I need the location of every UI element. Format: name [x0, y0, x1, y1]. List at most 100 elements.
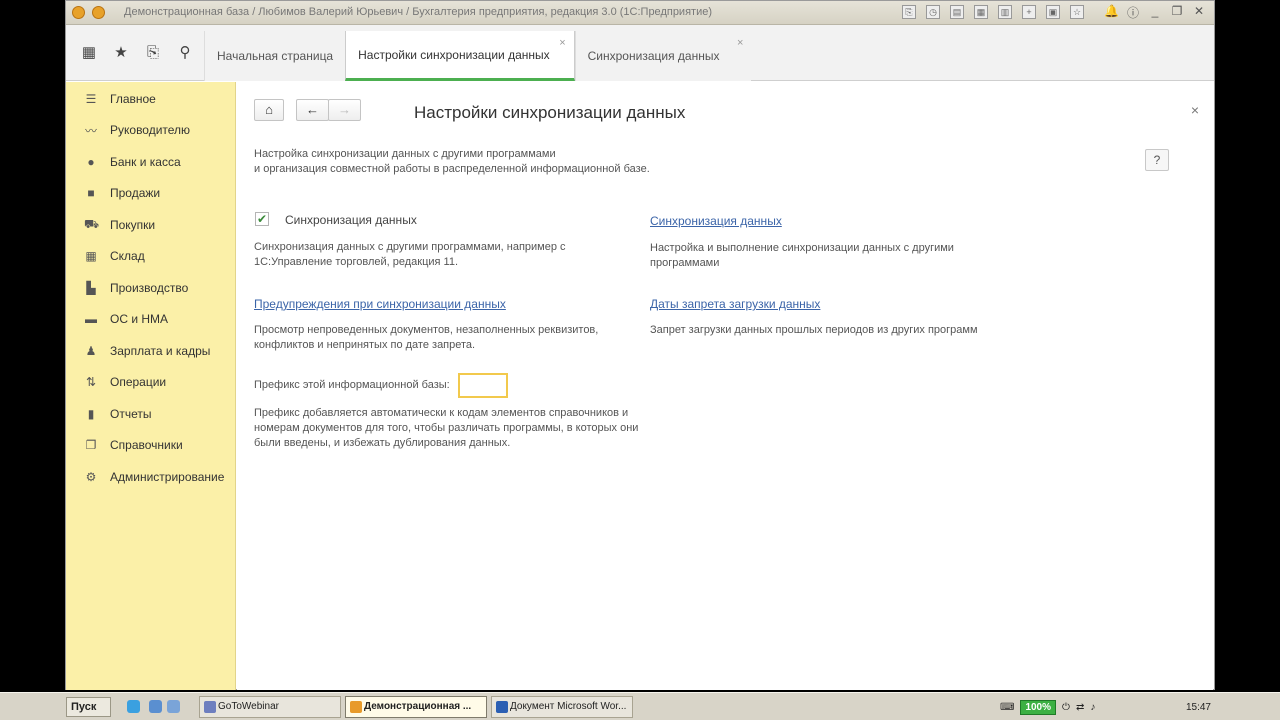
bell-icon[interactable]: 🔔 — [1104, 4, 1119, 21]
main-content: ⌂ ← → Настройки синхронизации данных × ?… — [237, 82, 1213, 690]
star-icon[interactable]: ★ — [112, 44, 130, 62]
explorer-icon[interactable] — [167, 700, 180, 713]
sidebar-item-label: Руководителю — [110, 123, 191, 137]
sidebar-item-manager[interactable]: 〰 Руководителю — [84, 121, 190, 139]
prefix-description: Префикс добавляется автоматически к кода… — [254, 407, 639, 449]
sidebar-item-fixed-assets[interactable]: ▬ ОС и НМА — [84, 310, 168, 328]
1c-app-icon — [350, 701, 362, 713]
calendar-icon[interactable]: ▥ — [998, 5, 1012, 19]
sidebar-item-label: Зарплата и кадры — [110, 344, 211, 358]
close-tab-icon[interactable]: × — [737, 37, 743, 49]
sidebar-item-label: Операции — [110, 375, 167, 389]
list-icon: ☰ — [85, 92, 97, 106]
favorite-icon[interactable]: ☆ — [1070, 5, 1084, 19]
sidebar-item-sales[interactable]: ■ Продажи — [84, 184, 160, 202]
print-icon[interactable]: ▤ — [950, 5, 964, 19]
intro-text: Настройка синхронизации данных с другими… — [254, 147, 650, 177]
sidebar-item-bank[interactable]: ● Банк и касса — [84, 153, 181, 171]
sidebar-item-operations[interactable]: ⇅ Операции — [84, 373, 166, 391]
sidebar-item-salary[interactable]: ♟ Зарплата и кадры — [84, 342, 211, 360]
task-label: GoToWebinar — [218, 701, 279, 712]
sidebar-item-label: Справочники — [110, 438, 183, 452]
home-button[interactable]: ⌂ — [254, 99, 284, 121]
sidebar-item-label: Покупки — [110, 218, 156, 232]
sidebar-item-label: Склад — [110, 249, 145, 263]
tab-label: Настройки синхронизации данных — [358, 47, 550, 62]
warehouse-icon: ▦ — [85, 249, 97, 263]
volume-icon[interactable]: ♪ — [1090, 702, 1095, 713]
sidebar-item-label: Производство — [110, 281, 189, 295]
history-icon[interactable]: ◷ — [926, 5, 940, 19]
keyboard-layout-icon[interactable]: ⌨ — [1000, 702, 1014, 713]
help-button[interactable]: ? — [1145, 149, 1169, 171]
sidebar-item-administration[interactable]: ⚙ Администрирование — [84, 468, 225, 486]
import-ban-dates-description: Запрет загрузки данных прошлых периодов … — [650, 324, 978, 336]
tab-label: Синхронизация данных — [587, 49, 720, 63]
sidebar-item-label: Администрирование — [110, 470, 225, 484]
save-icon[interactable]: ▣ — [1046, 5, 1060, 19]
grid-menu-icon[interactable]: ▦ — [80, 44, 98, 62]
title-toolbar: ⎘ ◷ ▤ ▦ ▥ + ▣ ☆ — [902, 5, 1084, 19]
sidebar-item-label: ОС и НМА — [110, 312, 169, 326]
sync-warnings-link[interactable]: Предупреждения при синхронизации данных — [254, 297, 506, 311]
window-title: Демонстрационная база / Любимов Валерий … — [124, 6, 712, 18]
sidebar-item-directories[interactable]: ❐ Справочники — [84, 436, 183, 454]
system-tray: ⌨ 100% ⏻ ⇄ ♪ 15:47 — [1000, 696, 1215, 718]
maximize-button[interactable]: ❐ — [1170, 4, 1184, 21]
bag-icon: ■ — [87, 186, 95, 200]
app-logo-icon[interactable] — [72, 6, 85, 19]
sections-sidebar: ☰ Главное 〰 Руководителю ● Банк и касса … — [66, 82, 236, 690]
task-1c-demo[interactable]: Демонстрационная ... — [345, 696, 487, 718]
tab-home-page[interactable]: Начальная страница — [204, 31, 346, 81]
coins-icon: ● — [87, 155, 95, 169]
network-icon[interactable]: ⇄ — [1076, 702, 1084, 713]
truck-icon: ▬ — [85, 312, 97, 326]
task-word-document[interactable]: Документ Microsoft Wor... — [491, 696, 633, 718]
sidebar-item-main[interactable]: ☰ Главное — [84, 90, 156, 108]
ie-icon[interactable] — [149, 700, 162, 713]
history-list-icon[interactable]: ⎘ — [144, 44, 162, 62]
zoom-icon[interactable]: + — [1022, 5, 1036, 19]
minimize-button[interactable]: _ — [1148, 4, 1162, 21]
window-controls: 🔔 ⓘ _ ❐ ✕ — [1104, 4, 1206, 21]
operations-icon: ⇅ — [85, 375, 97, 389]
sidebar-item-reports[interactable]: ▮ Отчеты — [84, 405, 152, 423]
close-window-button[interactable]: ✕ — [1192, 4, 1206, 21]
sidebar-item-label: Отчеты — [110, 407, 152, 421]
tab-sync-settings[interactable]: Настройки синхронизации данных × — [345, 31, 575, 81]
sync-checkbox[interactable]: ✔ — [255, 212, 269, 226]
sidebar-item-purchases[interactable]: ⛟ Покупки — [84, 216, 155, 234]
close-tab-icon[interactable]: × — [559, 37, 565, 49]
calculator-icon[interactable]: ▦ — [974, 5, 988, 19]
battery-indicator[interactable]: 100% — [1020, 699, 1057, 715]
app-menu-icon[interactable] — [92, 6, 105, 19]
start-button[interactable]: Пуск — [66, 697, 111, 717]
prefix-input[interactable] — [458, 373, 508, 398]
sync-warnings-description: Просмотр непроведенных документов, незап… — [254, 324, 599, 351]
back-button[interactable]: ← — [296, 99, 329, 121]
forward-button[interactable]: → — [328, 99, 361, 121]
tab-label: Начальная страница — [217, 49, 334, 63]
clock: 15:47 — [1185, 701, 1211, 713]
sync-checkbox-label: Синхронизация данных — [285, 213, 417, 227]
tab-sync-data[interactable]: Синхронизация данных × — [574, 31, 752, 81]
word-icon — [496, 701, 508, 713]
import-ban-dates-link[interactable]: Даты запрета загрузки данных — [650, 297, 820, 311]
power-icon[interactable]: ⏻ — [1062, 702, 1070, 713]
sidebar-item-label: Банк и касса — [110, 155, 181, 169]
chart-icon: 〰 — [84, 123, 97, 138]
link-icon[interactable]: ⎘ — [902, 5, 916, 19]
intro-line: и организация совместной работы в распре… — [254, 163, 650, 175]
sidebar-item-warehouse[interactable]: ▦ Склад — [84, 247, 145, 265]
chrome-icon[interactable] — [127, 700, 140, 713]
info-icon[interactable]: ⓘ — [1126, 4, 1140, 21]
sidebar-item-production[interactable]: ▙ Производство — [84, 279, 188, 297]
close-form-icon[interactable]: × — [1191, 102, 1199, 118]
sync-data-link[interactable]: Синхронизация данных — [650, 214, 782, 228]
task-label: Документ Microsoft Wor... — [510, 701, 627, 712]
section-toolbar: ▦ ★ ⎘ ⚲ Начальная страница Настройки син… — [66, 25, 1214, 81]
report-icon: ▮ — [87, 407, 95, 421]
search-icon[interactable]: ⚲ — [176, 44, 194, 62]
gotowebinar-icon — [204, 701, 216, 713]
task-gotowebinar[interactable]: GoToWebinar — [199, 696, 341, 718]
